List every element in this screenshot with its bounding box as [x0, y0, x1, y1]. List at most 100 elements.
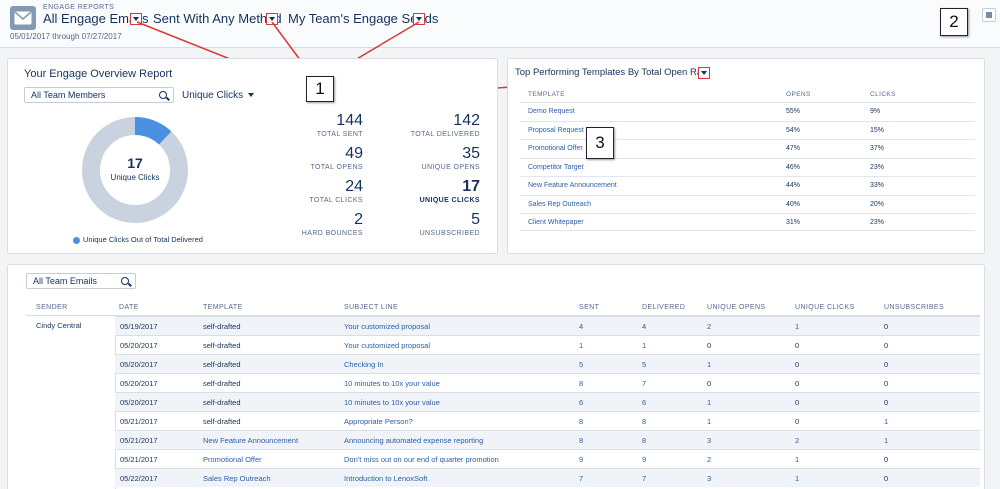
unique-opens-link[interactable]: 1 [707, 398, 711, 407]
top-templates-caret-icon[interactable] [698, 67, 710, 79]
sent-link[interactable]: 1 [579, 341, 583, 350]
stat-value: 24 [345, 178, 363, 195]
stat-total-delivered: 142 TOTAL DELIVERED [380, 112, 480, 138]
search-icon[interactable] [121, 277, 129, 285]
subject-link[interactable]: Your customized proposal [344, 341, 430, 350]
template-link[interactable]: Competitor Target [528, 164, 584, 171]
search-icon[interactable] [159, 91, 167, 99]
template-cell[interactable]: Sales Rep Outreach [203, 474, 271, 483]
unique-clicks-link: 0 [795, 341, 800, 350]
date-cell: 05/20/2017 [120, 341, 158, 350]
delivered-link[interactable]: 5 [642, 360, 646, 369]
unique-clicks-link: 0 [795, 360, 800, 369]
subject-link[interactable]: Your customized proposal [344, 322, 430, 331]
unsubscribes-link[interactable]: 1 [884, 417, 888, 426]
date-cell: 05/21/2017 [120, 455, 158, 464]
col-sender[interactable]: SENDER [36, 304, 68, 311]
opens-rate: 46% [786, 164, 801, 171]
sent-link[interactable]: 5 [579, 360, 583, 369]
subject-link[interactable]: 10 minutes to 10x your value [344, 379, 440, 388]
template-cell: self-drafted [203, 398, 241, 407]
method-caret-icon[interactable] [266, 13, 278, 25]
opens-rate: 55% [786, 108, 801, 115]
unique-opens-link[interactable]: 3 [707, 474, 711, 483]
stat-label: UNIQUE CLICKS [419, 197, 480, 204]
template-cell[interactable]: New Feature Announcement [203, 436, 298, 445]
stat-hard-bounces: 2 HARD BOUNCES [263, 211, 363, 237]
template-cell[interactable]: Promotional Offer [203, 455, 262, 464]
template-link[interactable]: Promotional Offer [528, 145, 583, 152]
unique-clicks-link[interactable]: 2 [795, 436, 799, 445]
delivered-link[interactable]: 8 [642, 417, 646, 426]
unique-clicks-link[interactable]: 1 [795, 322, 799, 331]
col-unique-opens[interactable]: UNIQUE OPENS [707, 304, 765, 311]
unique-opens-link[interactable]: 1 [707, 360, 711, 369]
col-sent[interactable]: SENT [579, 304, 599, 311]
sent-link[interactable]: 9 [579, 455, 583, 464]
subject-link[interactable]: Announcing automated expense reporting [344, 436, 483, 445]
unique-opens-link[interactable]: 2 [707, 455, 711, 464]
subject-link[interactable]: Introduction to LenoxSoft [344, 474, 427, 483]
sent-link[interactable]: 7 [579, 474, 583, 483]
template-cell: self-drafted [203, 417, 241, 426]
template-link[interactable]: Client Whitepaper [528, 219, 584, 226]
template-link[interactable]: Demo Request [528, 108, 575, 115]
delivered-link[interactable]: 7 [642, 474, 646, 483]
stat-label: HARD BOUNCES [301, 230, 363, 237]
delivered-link[interactable]: 6 [642, 398, 646, 407]
donut-legend: Unique Clicks Out of Total Delivered [73, 235, 203, 244]
template-link[interactable]: Proposal Request [528, 127, 584, 134]
subject-link[interactable]: 10 minutes to 10x your value [344, 398, 440, 407]
report-type-caret-icon[interactable] [130, 13, 142, 25]
col-date[interactable]: DATE [119, 304, 139, 311]
template-row: Competitor Target 46% 23% [520, 158, 975, 176]
template-cell: self-drafted [203, 379, 241, 388]
method-dropdown[interactable]: Sent With Any Method [153, 11, 282, 26]
sent-link[interactable]: 4 [579, 322, 583, 331]
callout-2: 2 [940, 8, 968, 36]
template-link[interactable]: Sales Rep Outreach [528, 201, 591, 208]
clicks-rate: 9% [870, 108, 881, 115]
col-delivered[interactable]: DELIVERED [642, 304, 685, 311]
sent-link[interactable]: 8 [579, 379, 583, 388]
unique-clicks-link[interactable]: 1 [795, 455, 799, 464]
opens-rate: 54% [786, 127, 801, 134]
sent-link[interactable]: 8 [579, 417, 583, 426]
subject-link[interactable]: Appropriate Person? [344, 417, 413, 426]
unique-clicks-link[interactable]: 1 [795, 474, 799, 483]
stat-unique-clicks: 17 UNIQUE CLICKS [380, 178, 480, 204]
date-cell: 05/19/2017 [120, 322, 158, 331]
stat-label: UNIQUE OPENS [421, 164, 480, 171]
col-subject-line[interactable]: SUBJECT LINE [344, 304, 398, 311]
template-link[interactable]: New Feature Announcement [528, 182, 617, 189]
unique-opens-link[interactable]: 2 [707, 322, 711, 331]
col-unsubscribes[interactable]: UNSUBSCRIBES [884, 304, 944, 311]
delivered-link[interactable]: 1 [642, 341, 646, 350]
unsubscribes-link: 0 [884, 474, 889, 483]
sent-link[interactable]: 8 [579, 436, 583, 445]
scope-caret-icon[interactable] [413, 13, 425, 25]
emails-search-input[interactable]: All Team Emails [26, 273, 136, 289]
delivered-link[interactable]: 9 [642, 455, 646, 464]
col-template[interactable]: TEMPLATE [203, 304, 243, 311]
delivered-link[interactable]: 4 [642, 322, 646, 331]
metric-select-value: Unique Clicks [182, 90, 244, 101]
chevron-down-icon [248, 93, 255, 98]
unique-opens-link[interactable]: 1 [707, 417, 711, 426]
delivered-link[interactable]: 8 [642, 436, 646, 445]
col-unique-clicks[interactable]: UNIQUE CLICKS [795, 304, 855, 311]
unsubscribes-link[interactable]: 1 [884, 436, 888, 445]
metric-select[interactable]: Unique Clicks [182, 90, 255, 101]
unique-opens-link[interactable]: 3 [707, 436, 711, 445]
clicks-rate: 33% [870, 182, 885, 189]
calendar-icon[interactable] [982, 8, 996, 22]
table-row: 05/21/2017 New Feature Announcement Announ… [115, 430, 980, 449]
member-filter-input[interactable]: All Team Members [24, 87, 174, 103]
subject-link[interactable]: Checking In [344, 360, 384, 369]
table-row: 05/21/2017 Promotional Offer Don't miss ou… [115, 449, 980, 468]
col-template: TEMPLATE [528, 91, 566, 98]
subject-link[interactable]: Don't miss out on our end of quarter pro… [344, 455, 499, 464]
sent-link[interactable]: 6 [579, 398, 583, 407]
legend-dot-icon [73, 236, 80, 244]
delivered-link[interactable]: 7 [642, 379, 646, 388]
